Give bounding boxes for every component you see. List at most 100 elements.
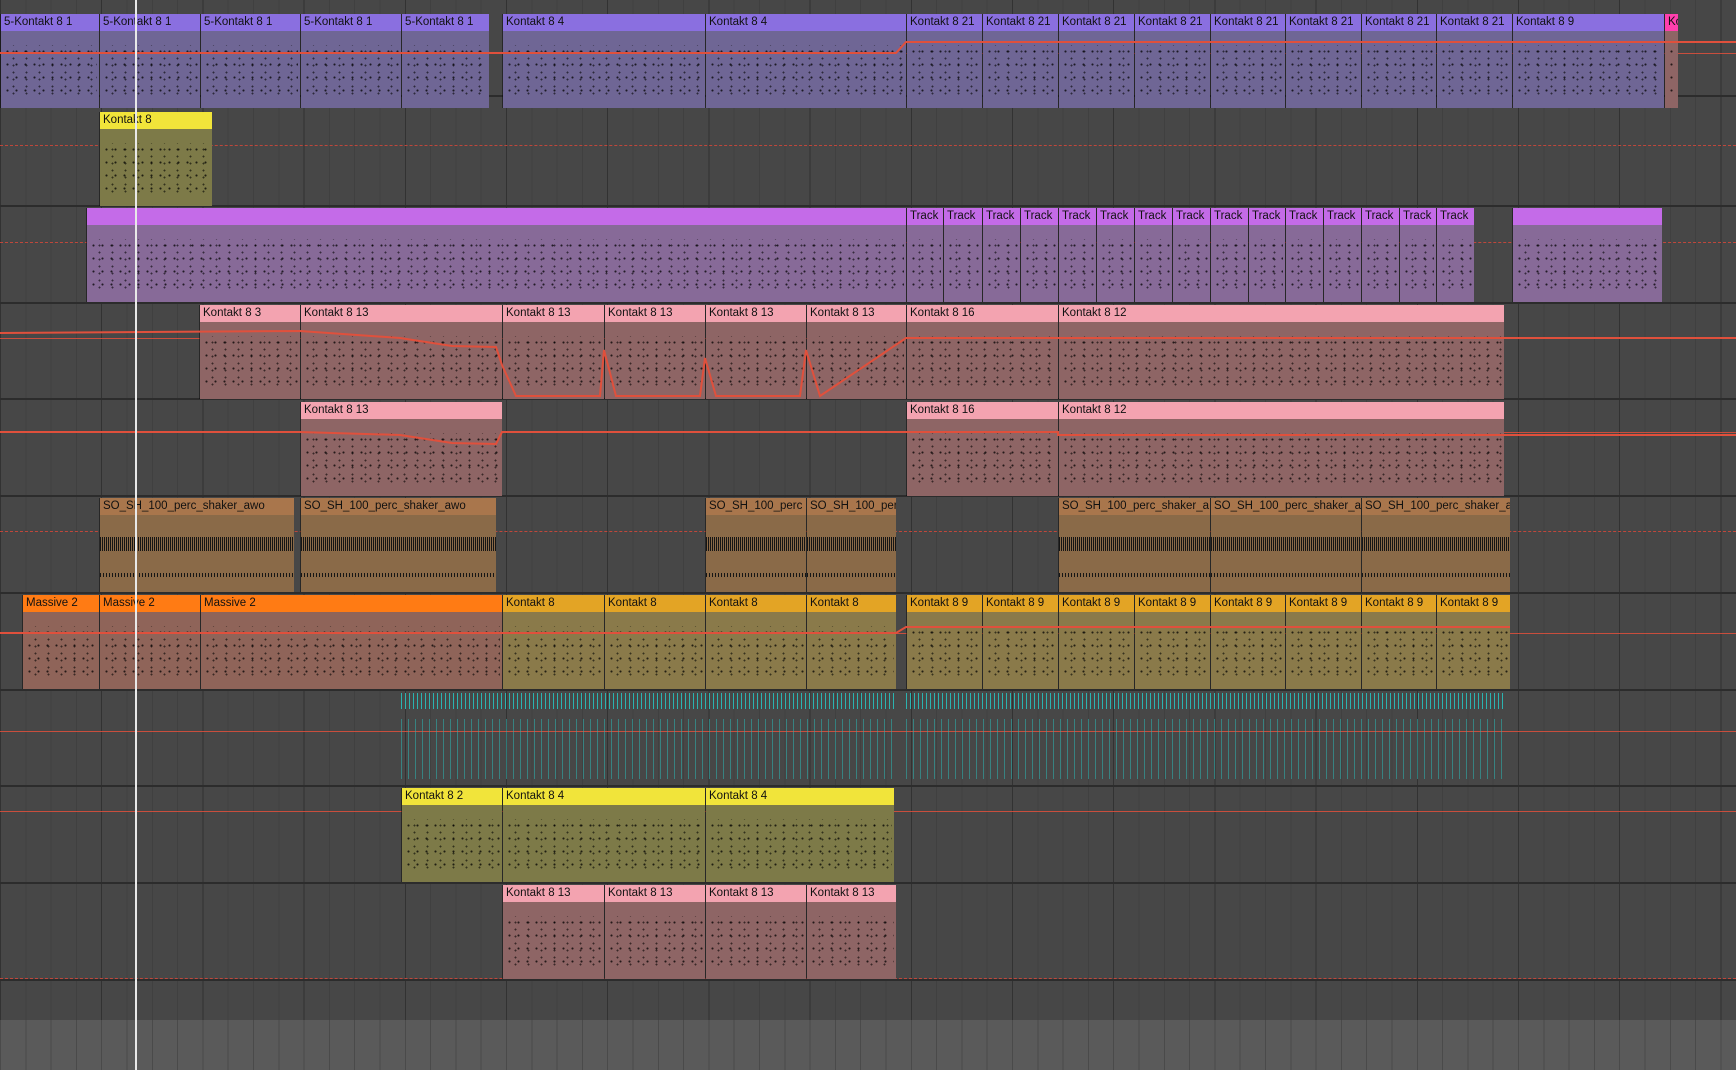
- clip[interactable]: Track: [1096, 208, 1134, 302]
- clip-title[interactable]: Kontakt 8 9: [1437, 595, 1510, 612]
- clip[interactable]: Kontakt 8 13: [502, 885, 604, 979]
- clip-title[interactable]: Kontakt 8 9: [983, 595, 1058, 612]
- clip-title[interactable]: SO_SH_100_perc_shaker_a: [1059, 498, 1210, 515]
- clip-title[interactable]: [87, 208, 906, 225]
- clip-title[interactable]: Track: [944, 208, 982, 225]
- clip-title[interactable]: Kontakt 8 12: [1059, 305, 1504, 322]
- clip[interactable]: Kontakt 8 13: [300, 305, 502, 399]
- clip-title[interactable]: Kontakt 8 13: [503, 305, 604, 322]
- clip[interactable]: Kontakt 8 9: [1210, 595, 1285, 689]
- clip-title[interactable]: Track: [1400, 208, 1436, 225]
- clip-title[interactable]: Massive 2: [23, 595, 99, 612]
- clip-title[interactable]: Kontakt 8 4: [706, 14, 906, 31]
- clip-title[interactable]: SO_SH_100_perc_shaker_awo: [301, 498, 496, 515]
- clip-title[interactable]: Kontakt 8 21: [1362, 14, 1436, 31]
- clip[interactable]: Kontakt 8 13: [604, 305, 705, 399]
- clip[interactable]: Kontakt 8: [705, 595, 806, 689]
- clip-title[interactable]: Kontakt 8 4: [503, 788, 705, 805]
- arrangement-view[interactable]: 5-Kontakt 8 1 5-Kontakt 8 1 5-Kontakt 8 15…: [0, 0, 1736, 1070]
- clip[interactable]: Kontakt 8 9: [1285, 595, 1361, 689]
- clip-title[interactable]: Kontakt 8 21: [983, 14, 1058, 31]
- clip[interactable]: SO_SH_100_perc_shaker_a: [1058, 498, 1210, 592]
- clip[interactable]: Track: [943, 208, 982, 302]
- clip-title[interactable]: Kontakt 8 13: [706, 885, 806, 902]
- clip[interactable]: Kontakt 8 13: [806, 305, 906, 399]
- clip-title[interactable]: 5-Kontakt 8 1: [301, 14, 401, 31]
- playhead-cursor[interactable]: [135, 0, 137, 1070]
- clip[interactable]: Kontakt 8 16: [906, 305, 1058, 399]
- clip[interactable]: SO_SH_100_perc_shaker_a: [1210, 498, 1361, 592]
- clip-title[interactable]: SO_SH_100_perc: [706, 498, 806, 515]
- clip[interactable]: Kontakt 8 3: [199, 305, 300, 399]
- clip-title[interactable]: Kontakt 8 13: [807, 305, 906, 322]
- clip-title[interactable]: Kontakt 8 9: [1211, 595, 1285, 612]
- empty-drop-lane[interactable]: [0, 1020, 1736, 1070]
- clip-title[interactable]: Kontakt 8: [807, 595, 896, 612]
- clip[interactable]: SO_SH_100_perc_shaker_awo: [300, 498, 496, 592]
- clip[interactable]: Kontakt 8 13: [604, 885, 705, 979]
- clip-title[interactable]: Massive 2: [201, 595, 502, 612]
- clip-title[interactable]: Track: [1059, 208, 1096, 225]
- clip[interactable]: Kontakt 8 21: [1436, 14, 1512, 108]
- clip-title[interactable]: Kontakt 8 4: [706, 788, 894, 805]
- clip-title[interactable]: SO_SH_100_perc_shaker_a: [1362, 498, 1510, 515]
- clip[interactable]: [86, 208, 906, 302]
- clip-title[interactable]: Kontakt 8: [100, 112, 212, 129]
- clip[interactable]: Track: [1172, 208, 1210, 302]
- clip[interactable]: Kontakt 8 12: [1058, 402, 1504, 496]
- clip[interactable]: 5-Kontakt 8 1: [99, 14, 200, 108]
- clip[interactable]: Track: [1248, 208, 1285, 302]
- clip-title[interactable]: Kontakt 8 4: [503, 14, 705, 31]
- clip-title[interactable]: Kontakt 8 13: [301, 305, 502, 322]
- clip[interactable]: Kontakt 8 21: [1058, 14, 1134, 108]
- drum-hits[interactable]: [401, 693, 894, 785]
- clip-title[interactable]: Track: [907, 208, 943, 225]
- clip-title[interactable]: Kontakt 8 9: [1135, 595, 1210, 612]
- clip[interactable]: Kontakt 8 16: [906, 402, 1058, 496]
- clip-title[interactable]: Kontakt 8 13: [503, 885, 604, 902]
- clip[interactable]: Kontakt 8 9: [982, 595, 1058, 689]
- clip-title[interactable]: Kontakt 8 16: [907, 402, 1058, 419]
- clip-title[interactable]: Track: [1324, 208, 1361, 225]
- clip-title[interactable]: Kontakt 8 21: [1437, 14, 1512, 31]
- clip-title[interactable]: Ko: [1665, 14, 1678, 31]
- clip[interactable]: Track: [1361, 208, 1399, 302]
- clip-title[interactable]: Kontakt 8 12: [1059, 402, 1504, 419]
- clip-title[interactable]: Kontakt 8 3: [200, 305, 300, 322]
- clip[interactable]: Kontakt 8 12: [1058, 305, 1504, 399]
- clip[interactable]: 5-Kontakt 8 1: [401, 14, 489, 108]
- clip-title[interactable]: 5-Kontakt 8 1: [201, 14, 300, 31]
- clip[interactable]: SO_SH_100_perc_shaker_a: [1361, 498, 1510, 592]
- clip-title[interactable]: Kontakt 8 13: [807, 885, 896, 902]
- clip[interactable]: [1512, 208, 1662, 302]
- clip[interactable]: Kontakt 8 4: [705, 14, 906, 108]
- clip[interactable]: Kontakt 8 9: [1058, 595, 1134, 689]
- clip[interactable]: Kontakt 8 13: [705, 885, 806, 979]
- clip[interactable]: Kontakt 8 21: [1361, 14, 1436, 108]
- clip[interactable]: 5-Kontakt 8 1: [0, 14, 99, 108]
- clip[interactable]: Kontakt 8 4: [502, 788, 705, 882]
- clip-title[interactable]: Kontakt 8 21: [1286, 14, 1361, 31]
- clip-title[interactable]: Track: [1286, 208, 1323, 225]
- clip[interactable]: 5-Kontakt 8 1: [200, 14, 300, 108]
- clip[interactable]: Track: [1399, 208, 1436, 302]
- clip[interactable]: Kontakt 8 13: [502, 305, 604, 399]
- clip[interactable]: Kontakt 8 21: [906, 14, 982, 108]
- clip-title[interactable]: 5-Kontakt 8 1: [100, 14, 200, 31]
- clip[interactable]: Kontakt 8 21: [982, 14, 1058, 108]
- clip-title[interactable]: Kontakt 8 2: [402, 788, 502, 805]
- clip[interactable]: SO_SH_100_perc_shaker_awo: [99, 498, 294, 592]
- clip-title[interactable]: Track: [1249, 208, 1285, 225]
- clip-title[interactable]: 5-Kontakt 8 1: [1, 14, 99, 31]
- clip[interactable]: Massive 2: [99, 595, 200, 689]
- clip-title[interactable]: Kontakt 8 21: [1135, 14, 1210, 31]
- clip-title[interactable]: Kontakt 8 9: [1286, 595, 1361, 612]
- clip-title[interactable]: [1513, 208, 1662, 225]
- clip[interactable]: Track: [906, 208, 943, 302]
- clip-title[interactable]: Kontakt 8 21: [1059, 14, 1134, 31]
- clip[interactable]: Kontakt 8: [806, 595, 896, 689]
- clip-title[interactable]: 5-Kontakt 8 1: [402, 14, 489, 31]
- clip[interactable]: Kontakt 8 13: [300, 402, 502, 496]
- clip[interactable]: Kontakt 8 9: [1436, 595, 1510, 689]
- clip-title[interactable]: Kontakt 8 16: [907, 305, 1058, 322]
